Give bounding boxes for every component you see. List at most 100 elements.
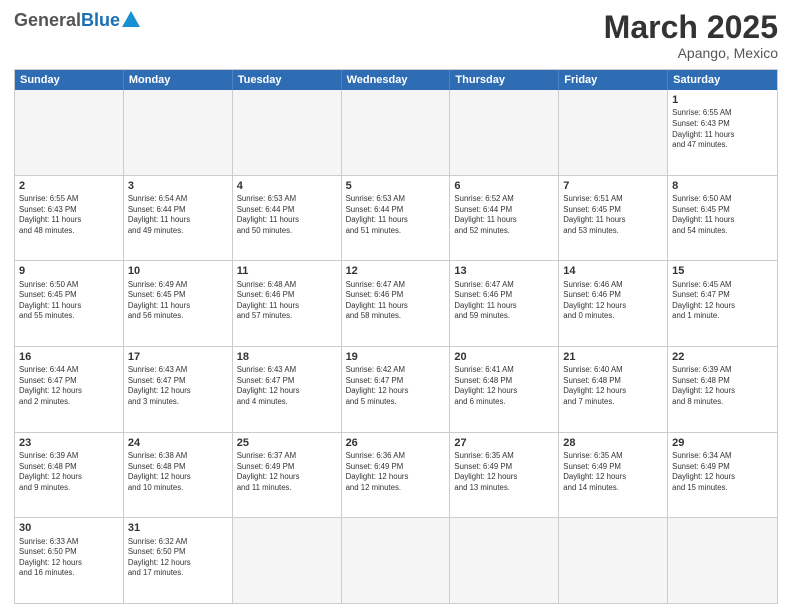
calendar-cell: 4Sunrise: 6:53 AM Sunset: 6:44 PM Daylig… — [233, 176, 342, 261]
day-info: Sunrise: 6:38 AM Sunset: 6:48 PM Dayligh… — [128, 451, 228, 493]
day-number: 9 — [19, 264, 119, 278]
calendar-cell — [342, 90, 451, 175]
weekday-header: Monday — [124, 70, 233, 90]
calendar-row: 23Sunrise: 6:39 AM Sunset: 6:48 PM Dayli… — [15, 433, 777, 519]
day-info: Sunrise: 6:41 AM Sunset: 6:48 PM Dayligh… — [454, 365, 554, 407]
day-number: 23 — [19, 436, 119, 450]
day-number: 20 — [454, 350, 554, 364]
day-number: 30 — [19, 521, 119, 535]
day-number: 1 — [672, 93, 773, 107]
calendar-cell — [342, 518, 451, 603]
day-info: Sunrise: 6:49 AM Sunset: 6:45 PM Dayligh… — [128, 280, 228, 322]
day-info: Sunrise: 6:50 AM Sunset: 6:45 PM Dayligh… — [19, 280, 119, 322]
calendar-cell: 8Sunrise: 6:50 AM Sunset: 6:45 PM Daylig… — [668, 176, 777, 261]
day-number: 13 — [454, 264, 554, 278]
calendar-cell: 31Sunrise: 6:32 AM Sunset: 6:50 PM Dayli… — [124, 518, 233, 603]
calendar-cell — [15, 90, 124, 175]
day-number: 25 — [237, 436, 337, 450]
calendar: SundayMondayTuesdayWednesdayThursdayFrid… — [14, 69, 778, 604]
calendar-cell: 17Sunrise: 6:43 AM Sunset: 6:47 PM Dayli… — [124, 347, 233, 432]
calendar-cell: 20Sunrise: 6:41 AM Sunset: 6:48 PM Dayli… — [450, 347, 559, 432]
calendar-cell: 22Sunrise: 6:39 AM Sunset: 6:48 PM Dayli… — [668, 347, 777, 432]
calendar-cell: 21Sunrise: 6:40 AM Sunset: 6:48 PM Dayli… — [559, 347, 668, 432]
day-info: Sunrise: 6:53 AM Sunset: 6:44 PM Dayligh… — [237, 194, 337, 236]
day-info: Sunrise: 6:45 AM Sunset: 6:47 PM Dayligh… — [672, 280, 773, 322]
day-number: 7 — [563, 179, 663, 193]
calendar-cell: 25Sunrise: 6:37 AM Sunset: 6:49 PM Dayli… — [233, 433, 342, 518]
day-number: 24 — [128, 436, 228, 450]
calendar-row: 1Sunrise: 6:55 AM Sunset: 6:43 PM Daylig… — [15, 90, 777, 176]
day-number: 21 — [563, 350, 663, 364]
calendar-cell: 7Sunrise: 6:51 AM Sunset: 6:45 PM Daylig… — [559, 176, 668, 261]
calendar-header: SundayMondayTuesdayWednesdayThursdayFrid… — [15, 70, 777, 90]
calendar-cell — [124, 90, 233, 175]
day-number: 6 — [454, 179, 554, 193]
calendar-cell: 27Sunrise: 6:35 AM Sunset: 6:49 PM Dayli… — [450, 433, 559, 518]
day-number: 8 — [672, 179, 773, 193]
day-number: 31 — [128, 521, 228, 535]
day-info: Sunrise: 6:33 AM Sunset: 6:50 PM Dayligh… — [19, 537, 119, 579]
weekday-header: Sunday — [15, 70, 124, 90]
day-number: 18 — [237, 350, 337, 364]
calendar-row: 2Sunrise: 6:55 AM Sunset: 6:43 PM Daylig… — [15, 176, 777, 262]
day-info: Sunrise: 6:55 AM Sunset: 6:43 PM Dayligh… — [19, 194, 119, 236]
calendar-cell — [559, 90, 668, 175]
day-info: Sunrise: 6:36 AM Sunset: 6:49 PM Dayligh… — [346, 451, 446, 493]
day-info: Sunrise: 6:50 AM Sunset: 6:45 PM Dayligh… — [672, 194, 773, 236]
day-number: 16 — [19, 350, 119, 364]
day-number: 17 — [128, 350, 228, 364]
day-number: 15 — [672, 264, 773, 278]
weekday-header: Friday — [559, 70, 668, 90]
day-info: Sunrise: 6:39 AM Sunset: 6:48 PM Dayligh… — [672, 365, 773, 407]
calendar-cell: 28Sunrise: 6:35 AM Sunset: 6:49 PM Dayli… — [559, 433, 668, 518]
day-number: 11 — [237, 264, 337, 278]
day-info: Sunrise: 6:52 AM Sunset: 6:44 PM Dayligh… — [454, 194, 554, 236]
logo-blue-text: Blue — [81, 10, 120, 31]
logo-triangle-icon — [122, 11, 140, 27]
calendar-cell: 11 Sunrise: 6:48 AM Sunset: 6:46 PM Dayli… — [233, 261, 342, 346]
calendar-cell — [559, 518, 668, 603]
calendar-cell: 29Sunrise: 6:34 AM Sunset: 6:49 PM Dayli… — [668, 433, 777, 518]
calendar-cell: 23Sunrise: 6:39 AM Sunset: 6:48 PM Dayli… — [15, 433, 124, 518]
day-info: Sunrise: 6:44 AM Sunset: 6:47 PM Dayligh… — [19, 365, 119, 407]
day-number: 3 — [128, 179, 228, 193]
weekday-header: Wednesday — [342, 70, 451, 90]
day-info: Sunrise: 6:54 AM Sunset: 6:44 PM Dayligh… — [128, 194, 228, 236]
weekday-header: Thursday — [450, 70, 559, 90]
day-info: Sunrise: 6:34 AM Sunset: 6:49 PM Dayligh… — [672, 451, 773, 493]
calendar-cell: 14Sunrise: 6:46 AM Sunset: 6:46 PM Dayli… — [559, 261, 668, 346]
day-info: Sunrise: 6:46 AM Sunset: 6:46 PM Dayligh… — [563, 280, 663, 322]
calendar-body: 1Sunrise: 6:55 AM Sunset: 6:43 PM Daylig… — [15, 90, 777, 603]
calendar-cell — [450, 90, 559, 175]
calendar-cell: 3Sunrise: 6:54 AM Sunset: 6:44 PM Daylig… — [124, 176, 233, 261]
calendar-cell: 5Sunrise: 6:53 AM Sunset: 6:44 PM Daylig… — [342, 176, 451, 261]
day-info: Sunrise: 6:48 AM Sunset: 6:46 PM Dayligh… — [237, 280, 337, 322]
day-info: Sunrise: 6:55 AM Sunset: 6:43 PM Dayligh… — [672, 108, 773, 150]
calendar-cell: 6Sunrise: 6:52 AM Sunset: 6:44 PM Daylig… — [450, 176, 559, 261]
day-info: Sunrise: 6:39 AM Sunset: 6:48 PM Dayligh… — [19, 451, 119, 493]
calendar-cell: 12Sunrise: 6:47 AM Sunset: 6:46 PM Dayli… — [342, 261, 451, 346]
day-number: 28 — [563, 436, 663, 450]
weekday-header: Tuesday — [233, 70, 342, 90]
day-number: 27 — [454, 436, 554, 450]
logo: General Blue — [14, 10, 140, 31]
calendar-cell: 9 Sunrise: 6:50 AM Sunset: 6:45 PM Daylig… — [15, 261, 124, 346]
title-area: March 2025 Apango, Mexico — [604, 10, 778, 61]
main-title: March 2025 — [604, 10, 778, 45]
day-info: Sunrise: 6:51 AM Sunset: 6:45 PM Dayligh… — [563, 194, 663, 236]
day-info: Sunrise: 6:35 AM Sunset: 6:49 PM Dayligh… — [563, 451, 663, 493]
header: General Blue March 2025 Apango, Mexico — [14, 10, 778, 61]
calendar-cell — [668, 518, 777, 603]
day-number: 29 — [672, 436, 773, 450]
calendar-cell: 19Sunrise: 6:42 AM Sunset: 6:47 PM Dayli… — [342, 347, 451, 432]
day-info: Sunrise: 6:42 AM Sunset: 6:47 PM Dayligh… — [346, 365, 446, 407]
calendar-cell — [233, 90, 342, 175]
calendar-cell — [450, 518, 559, 603]
weekday-header: Saturday — [668, 70, 777, 90]
day-number: 19 — [346, 350, 446, 364]
calendar-cell — [233, 518, 342, 603]
day-info: Sunrise: 6:53 AM Sunset: 6:44 PM Dayligh… — [346, 194, 446, 236]
day-info: Sunrise: 6:47 AM Sunset: 6:46 PM Dayligh… — [346, 280, 446, 322]
calendar-cell: 26Sunrise: 6:36 AM Sunset: 6:49 PM Dayli… — [342, 433, 451, 518]
calendar-row: 16Sunrise: 6:44 AM Sunset: 6:47 PM Dayli… — [15, 347, 777, 433]
